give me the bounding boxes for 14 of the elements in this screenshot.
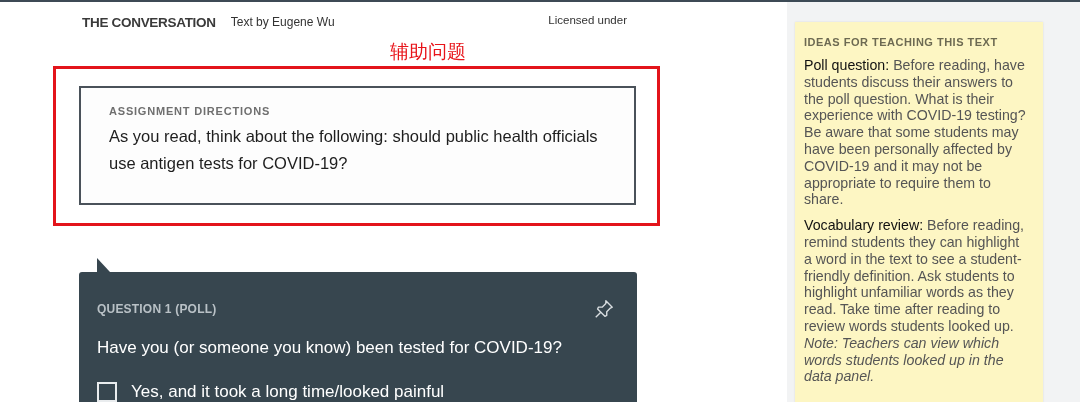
option-checkbox[interactable] [97, 382, 117, 402]
teaching-idea-paragraph: Poll question: Before reading, have students discuss their answers to the poll question. What is their experience with COVID-19 testing? Be aware that some students may have been personally affected by COVID-19 and it may not be appropriate to require them to share. [804, 57, 1027, 209]
teaching-idea-paragraph: Vocabulary review: Before reading, remind students they can highlight a word in the text to see a student-friendly definition. Ask students to highlight unfamiliar words as they read. Take time after reading to review words students looked up. Note: Teachers can view which words students looked up in the data panel. [804, 217, 1026, 386]
license-text: Licensed under [548, 14, 627, 26]
directions-text: As you read, think about the following: should public health officials use antigen tests for COVID-19? [109, 126, 599, 174]
question-text: Have you (or someone you know) been tested for COVID-19? [97, 338, 563, 358]
byline: Text by Eugene Wu [230, 15, 335, 29]
teaching-ideas-heading: IDEAS FOR TEACHING THIS TEXT [804, 36, 999, 48]
question-heading: QUESTION 1 (POLL) [97, 302, 217, 316]
logo: THE CONVERSATION [82, 14, 216, 30]
annotation-label: 辅助问题 [390, 39, 467, 63]
pin-icon[interactable] [593, 298, 615, 320]
option-label[interactable]: Yes, and it took a long time/looked painful [131, 382, 445, 402]
directions-heading: ASSIGNMENT DIRECTIONS [109, 105, 272, 117]
